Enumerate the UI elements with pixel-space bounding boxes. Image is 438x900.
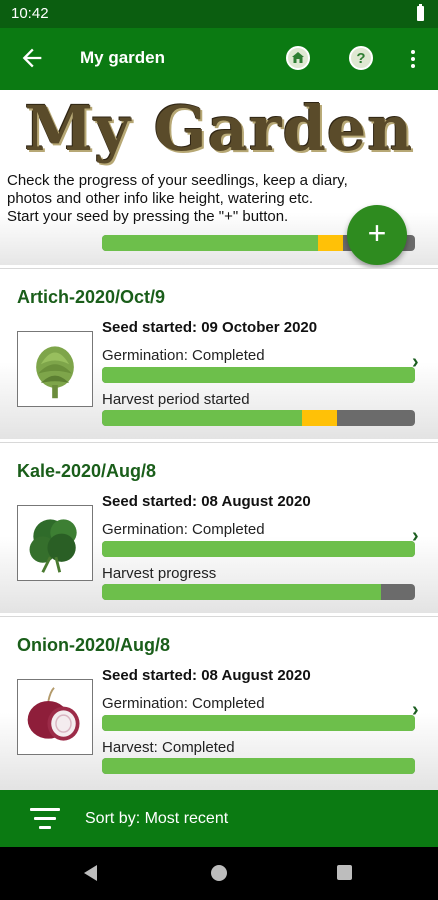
- plant-name: Kale-2020/Aug/8: [17, 461, 157, 481]
- germination-progress-bar: [102, 541, 415, 557]
- app-bar: My garden ?: [0, 28, 438, 90]
- plant-card-kale[interactable]: Kale-2020/Aug/8 Seed started: 08 August …: [0, 442, 438, 613]
- home-icon[interactable]: [286, 46, 310, 70]
- chevron-right-icon[interactable]: ›: [412, 525, 419, 548]
- back-arrow-icon[interactable]: [18, 44, 46, 72]
- intro-line: Start your seed by pressing the "+" butt…: [7, 208, 289, 225]
- onion-image: [17, 679, 93, 755]
- seed-started-date: Seed started: 09 October 2020: [102, 319, 318, 336]
- chevron-right-icon[interactable]: ›: [412, 699, 419, 722]
- more-vert-icon[interactable]: [406, 48, 420, 70]
- plant-name: Artich-2020/Oct/9: [17, 287, 166, 307]
- seed-started-date: Seed started: 08 August 2020: [102, 493, 311, 510]
- chevron-right-icon[interactable]: ›: [412, 351, 419, 374]
- seed-started-date: Seed started: 08 August 2020: [102, 667, 311, 684]
- progress-green-fill: [102, 758, 415, 774]
- artichoke-image: [17, 331, 93, 407]
- germination-label: Germination: Completed: [102, 695, 265, 712]
- germination-progress-bar: [102, 367, 415, 383]
- sort-label[interactable]: Sort by: Most recent: [85, 810, 228, 828]
- progress-green-fill: [102, 715, 415, 731]
- battery-icon: [417, 4, 424, 21]
- filter-icon[interactable]: [30, 808, 60, 830]
- harvest-progress-bar: [102, 758, 415, 774]
- progress-green-fill: [102, 367, 415, 383]
- page-title: My garden: [80, 48, 166, 67]
- progress-green-fill: [102, 541, 415, 557]
- my-garden-logo: My Garden: [24, 92, 414, 165]
- sort-bar[interactable]: Sort by: Most recent: [0, 790, 438, 847]
- germination-progress-bar: [102, 715, 415, 731]
- harvest-label: Harvest period started: [102, 391, 250, 408]
- plant-card-artichoke[interactable]: Artich-2020/Oct/9 Seed started: 09 Octob…: [0, 268, 438, 439]
- system-nav-bar: [0, 847, 438, 900]
- harvest-label: Harvest: Completed: [102, 739, 235, 756]
- status-bar: 10:42: [0, 0, 438, 28]
- harvest-progress-bar: [102, 410, 415, 426]
- add-seed-button[interactable]: +: [347, 205, 407, 265]
- progress-green-fill: [102, 584, 381, 600]
- germination-label: Germination: Completed: [102, 347, 265, 364]
- progress-yellow-fill: [302, 410, 337, 426]
- status-time: 10:42: [11, 5, 49, 22]
- nav-home-icon[interactable]: [211, 865, 227, 881]
- germination-label: Germination: Completed: [102, 521, 265, 538]
- harvest-label: Harvest progress: [102, 565, 217, 582]
- plant-name: Onion-2020/Aug/8: [17, 635, 171, 655]
- plant-card-onion[interactable]: Onion-2020/Aug/8 Seed started: 08 August…: [0, 616, 438, 791]
- help-icon[interactable]: ?: [349, 46, 373, 70]
- progress-green-fill: [102, 235, 318, 251]
- nav-back-icon[interactable]: [84, 865, 97, 881]
- nav-recents-icon[interactable]: [337, 865, 352, 880]
- progress-green-fill: [102, 410, 303, 426]
- intro-text: Check the progress of your seedlings, ke…: [7, 172, 397, 226]
- harvest-progress-bar: [102, 584, 415, 600]
- progress-yellow-fill: [317, 235, 343, 251]
- kale-image: [17, 505, 93, 581]
- intro-line: Check the progress of your seedlings, ke…: [7, 172, 348, 189]
- intro-line: photos and other info like height, water…: [7, 190, 314, 207]
